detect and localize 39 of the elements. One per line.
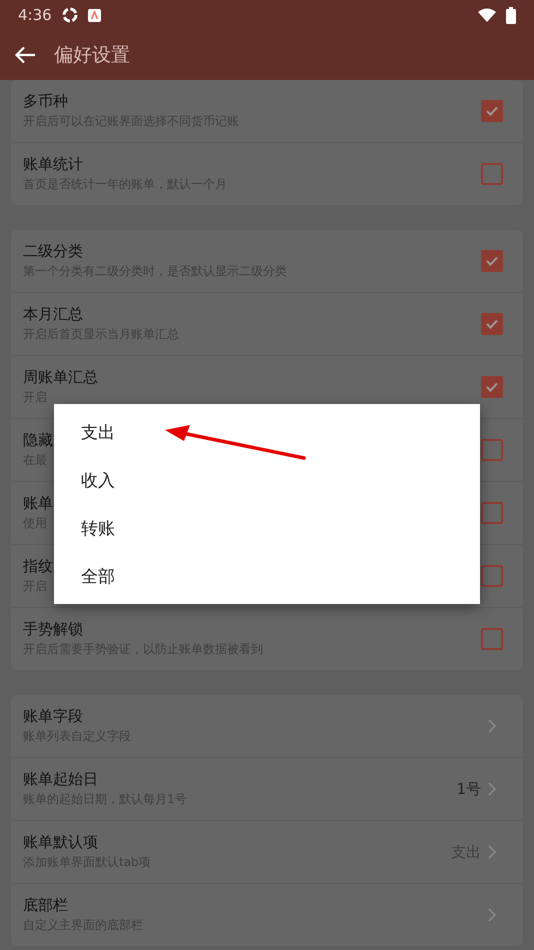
status-time: 4:36 — [18, 6, 52, 24]
setting-title: 账单字段 — [23, 707, 83, 726]
dialog-option[interactable]: 转账 — [54, 504, 480, 552]
checkbox[interactable] — [481, 100, 503, 122]
setting-title: 账单起始日 — [23, 770, 98, 789]
check-icon — [485, 380, 499, 394]
checkbox[interactable] — [481, 628, 503, 650]
setting-title: 多币种 — [23, 92, 68, 111]
checkbox[interactable] — [481, 376, 503, 398]
setting-title: 本月汇总 — [23, 305, 83, 324]
setting-value: 1号 — [456, 780, 481, 798]
sync-icon — [62, 7, 78, 23]
notification-icon — [88, 8, 101, 22]
setting-title: 底部栏 — [23, 896, 68, 915]
checkbox[interactable] — [481, 313, 503, 335]
dialog-option[interactable]: 收入 — [54, 456, 480, 504]
check-icon — [485, 104, 499, 118]
chevron-right-icon[interactable] — [487, 781, 497, 797]
setting-title: 账单统计 — [23, 155, 83, 174]
battery-icon — [506, 6, 516, 24]
setting-title: 指纹 — [23, 557, 53, 576]
setting-title: 手势解锁 — [23, 620, 83, 639]
setting-title: 周账单汇总 — [23, 368, 98, 387]
chevron-right-icon[interactable] — [487, 844, 497, 860]
back-arrow-icon[interactable] — [14, 46, 36, 64]
wifi-icon — [478, 8, 496, 22]
setting-title: 账单 — [23, 494, 53, 513]
setting-title: 账单默认项 — [23, 833, 98, 852]
dialog-option[interactable]: 全部 — [54, 552, 480, 600]
check-icon — [485, 317, 499, 331]
check-icon — [485, 254, 499, 268]
dialog-option[interactable]: 支出 — [54, 408, 480, 456]
setting-title: 隐藏 — [23, 431, 53, 450]
chevron-right-icon[interactable] — [487, 907, 497, 923]
screen-title: 偏好设置 — [54, 43, 130, 68]
checkbox[interactable] — [481, 250, 503, 272]
setting-title: 二级分类 — [23, 242, 83, 261]
chevron-right-icon[interactable] — [487, 718, 497, 734]
checkbox[interactable] — [481, 163, 503, 185]
